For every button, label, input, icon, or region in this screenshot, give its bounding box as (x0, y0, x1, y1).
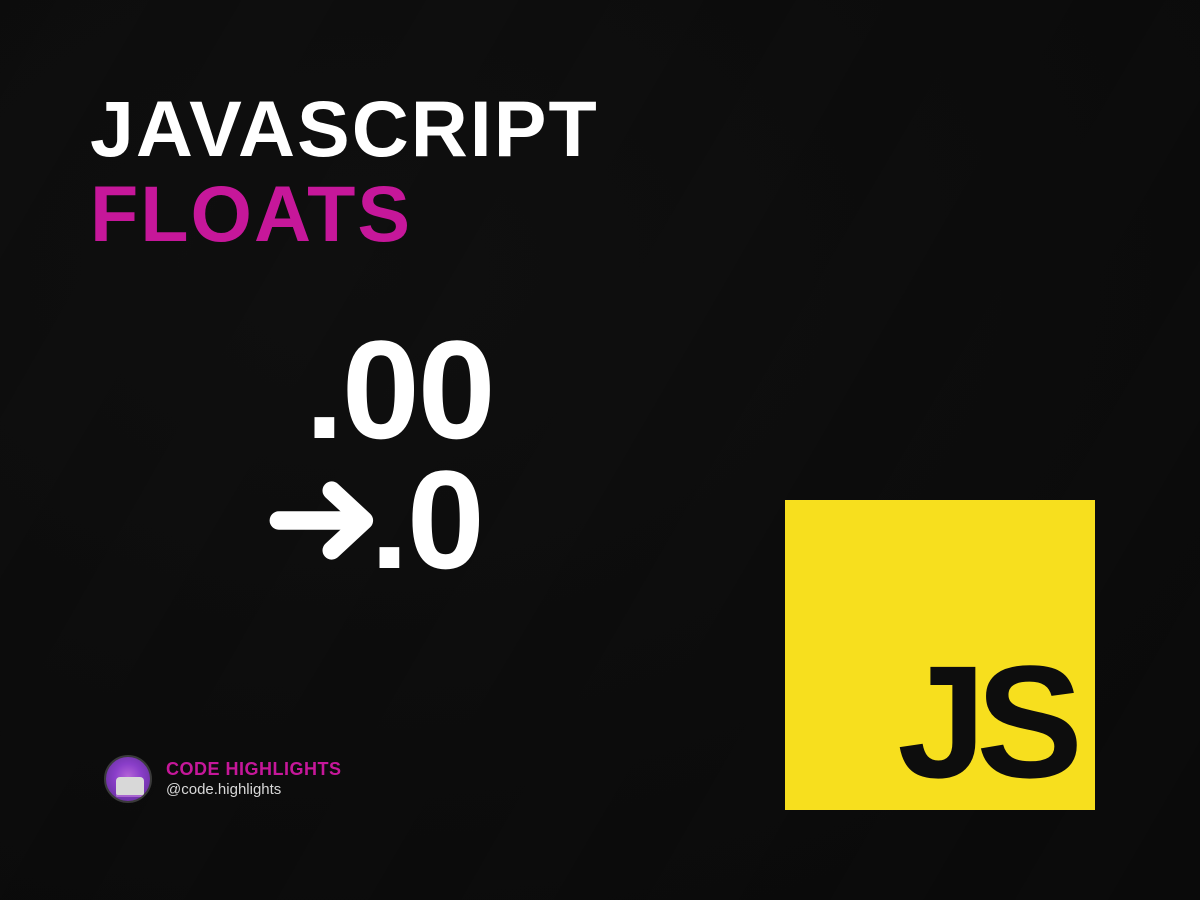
arrow-right-icon (265, 463, 380, 578)
arrow-line: .0 (305, 450, 494, 590)
footer-brand: CODE HIGHLIGHTS @code.highlights (104, 755, 342, 803)
truncated-value: .0 (370, 450, 483, 590)
brand-name: CODE HIGHLIGHTS (166, 759, 342, 781)
title-line-1: JAVASCRIPT (90, 88, 599, 171)
title-line-2: FLOATS (90, 171, 599, 256)
avatar (104, 755, 152, 803)
center-graphic: .00 .0 (305, 320, 494, 590)
original-value: .00 (305, 320, 494, 460)
js-logo: JS (785, 500, 1095, 810)
content-area: JAVASCRIPT FLOATS .00 .0 JS CODE HIGHLIG… (0, 0, 1200, 900)
brand-text: CODE HIGHLIGHTS @code.highlights (166, 759, 342, 799)
js-logo-text: JS (897, 642, 1073, 802)
title-block: JAVASCRIPT FLOATS (90, 88, 599, 256)
brand-handle: @code.highlights (166, 781, 342, 799)
